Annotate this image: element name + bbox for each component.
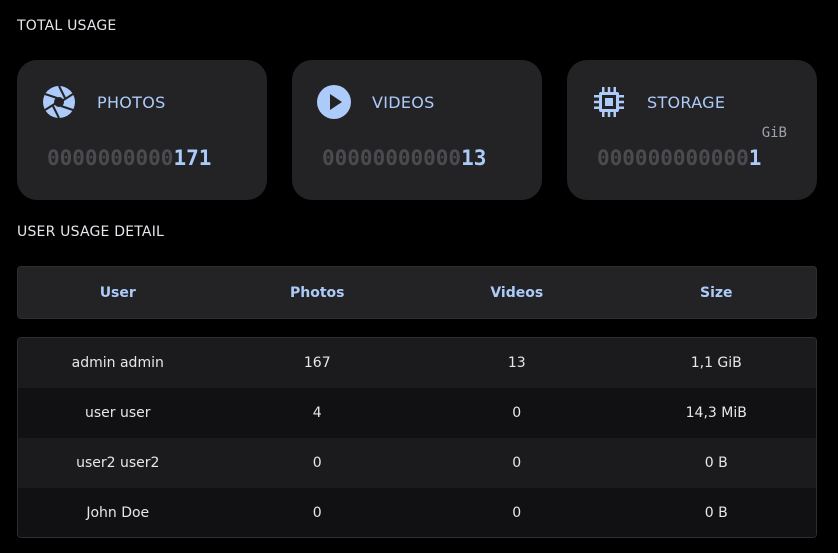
photos-card: PHOTOS 0000000000171 <box>17 60 267 200</box>
cell-videos: 0 <box>512 505 522 521</box>
cell-photos: 167 <box>303 355 331 371</box>
table-row: John Doe 0 0 0 B <box>18 488 816 537</box>
column-header-size: Size <box>699 284 733 301</box>
photos-count: 0000000000171 <box>47 146 212 170</box>
total-usage-title: TOTAL USAGE <box>17 18 117 34</box>
chip-icon <box>591 84 627 120</box>
cell-videos: 0 <box>512 405 522 421</box>
column-header-user: User <box>99 284 136 301</box>
cell-photos: 4 <box>312 405 322 421</box>
column-header-photos: Photos <box>290 284 345 301</box>
table-row: user2 user2 0 0 0 B <box>18 438 816 488</box>
cell-videos: 13 <box>507 355 526 371</box>
table-row: user user 4 0 14,3 MiB <box>18 388 816 438</box>
photos-label: PHOTOS <box>97 93 166 112</box>
usage-table-body: admin admin 167 13 1,1 GiB user user 4 0… <box>17 337 817 538</box>
column-header-videos: Videos <box>490 284 544 301</box>
cell-user: admin admin <box>71 355 164 371</box>
cell-size: 14,3 MiB <box>685 405 747 421</box>
aperture-icon <box>41 84 77 120</box>
play-circle-icon <box>316 84 352 120</box>
table-row: admin admin 167 13 1,1 GiB <box>18 338 816 388</box>
user-usage-title: USER USAGE DETAIL <box>17 224 165 240</box>
usage-table-header: User Photos Videos Size <box>17 266 817 319</box>
videos-card: VIDEOS 0000000000013 <box>292 60 542 200</box>
cell-size: 1,1 GiB <box>690 355 742 371</box>
cell-user: user user <box>84 405 151 421</box>
cell-size: 0 B <box>704 505 728 521</box>
videos-label: VIDEOS <box>372 93 435 112</box>
cell-size: 0 B <box>704 455 728 471</box>
storage-card: STORAGE GiB 0000000000001 <box>567 60 817 200</box>
videos-count: 0000000000013 <box>322 146 487 170</box>
cell-videos: 0 <box>512 455 522 471</box>
storage-label: STORAGE <box>647 93 726 112</box>
usage-cards: PHOTOS 0000000000171 VIDEOS 000000000001… <box>17 60 817 200</box>
cell-user: user2 user2 <box>76 455 160 471</box>
cell-user: John Doe <box>86 505 150 521</box>
cell-photos: 0 <box>312 505 322 521</box>
storage-amount: 0000000000001 <box>597 146 762 170</box>
storage-unit: GiB <box>761 125 787 141</box>
cell-photos: 0 <box>312 455 322 471</box>
